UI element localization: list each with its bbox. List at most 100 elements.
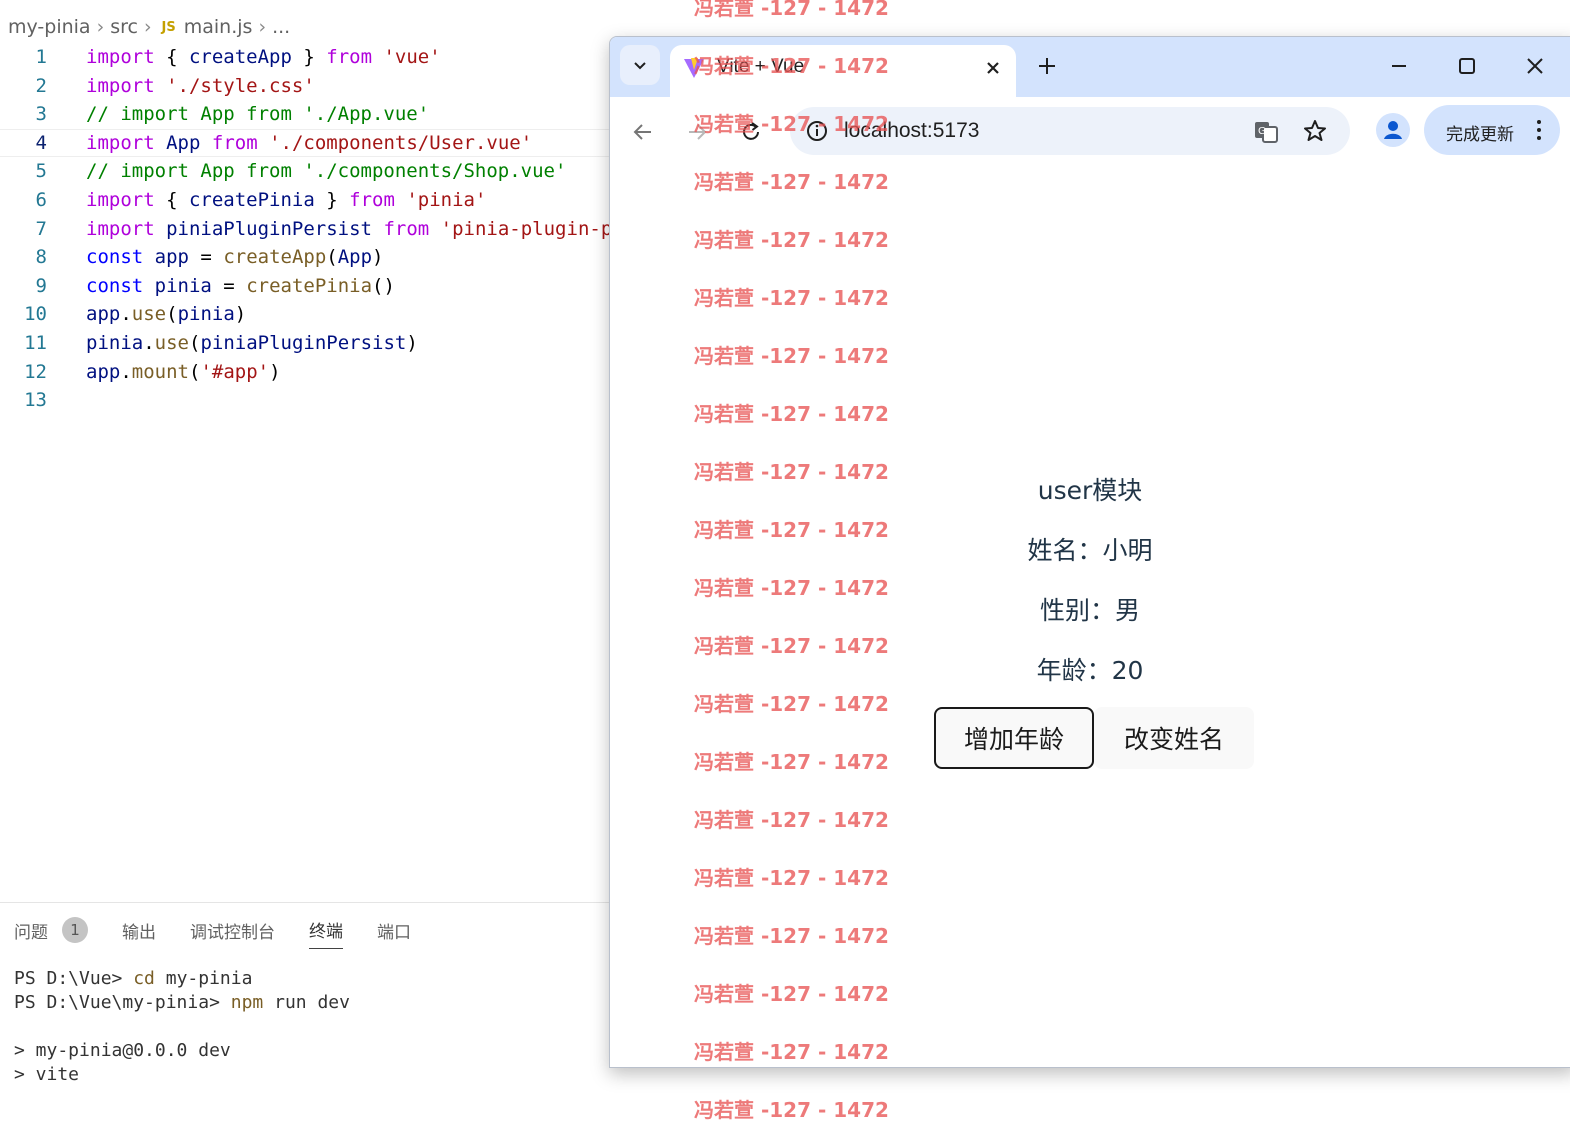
code-line[interactable]: 5 // import App from './components/Shop.v… xyxy=(0,157,610,186)
code-line[interactable]: 7 import piniaPluginPersist from 'pinia-p… xyxy=(0,215,610,244)
code-line[interactable]: 3 // import App from './App.vue' xyxy=(0,100,610,129)
module-title: user模块 xyxy=(1037,476,1143,505)
profile-avatar[interactable] xyxy=(1376,113,1410,147)
watermark-text: 冯若萱 -127 - 1472 xyxy=(694,0,889,20)
line-number: 8 xyxy=(35,246,47,269)
code-token: use xyxy=(154,331,189,354)
code-line[interactable]: 6 import { createPinia } from 'pinia' xyxy=(0,186,610,215)
terminal-text: > my-pinia@0.0.0 dev xyxy=(14,1040,231,1061)
code-token: pinia xyxy=(154,274,212,297)
code-token: 'vue' xyxy=(383,46,441,68)
code-text: import { createPinia } from 'pinia' xyxy=(86,186,486,215)
close-tab-icon[interactable] xyxy=(982,57,1004,79)
tab-ports-label: 端口 xyxy=(377,922,411,943)
browser-tab-active[interactable]: Vite + Vue xyxy=(670,45,1016,97)
code-line[interactable]: 8 const app = createApp(App) xyxy=(0,243,610,272)
bookmark-star-icon[interactable] xyxy=(1302,118,1328,144)
code-token: const xyxy=(86,274,144,297)
code-token: '#app' xyxy=(200,360,270,383)
code-token: App xyxy=(166,131,201,154)
line-number: 11 xyxy=(24,331,47,354)
code-token: pinia xyxy=(177,303,235,326)
code-line[interactable]: 4 import App from './components/User.vue' xyxy=(0,129,610,158)
info-icon[interactable] xyxy=(804,118,830,144)
terminal-output[interactable]: PS D:\Vue> cd my-pinia PS D:\Vue\my-pinia… xyxy=(14,967,350,1087)
maximize-icon[interactable] xyxy=(1456,55,1478,77)
tab-debug-console[interactable]: 调试控制台 xyxy=(190,918,275,949)
reload-icon[interactable] xyxy=(738,119,764,145)
code-token: from xyxy=(349,188,395,211)
user-gender-row: 性别：男 xyxy=(1039,596,1140,625)
address-bar[interactable]: localhost:5173 G xyxy=(790,107,1350,155)
svg-text:G: G xyxy=(1258,126,1266,137)
terminal-text: my-pinia xyxy=(154,968,253,989)
change-name-button[interactable]: 改变姓名 xyxy=(1094,707,1255,769)
code-text: app.use(pinia) xyxy=(86,300,246,329)
code-line[interactable]: 11 pinia.use(piniaPluginPersist) xyxy=(0,329,610,358)
new-tab-icon[interactable] xyxy=(1034,53,1060,79)
code-text: // import App from './App.vue' xyxy=(86,100,429,129)
tab-terminal[interactable]: 终端 xyxy=(309,917,343,949)
code-token: . xyxy=(143,331,155,354)
tab-ports[interactable]: 端口 xyxy=(377,918,411,949)
minimize-icon[interactable] xyxy=(1388,55,1410,77)
code-line[interactable]: 2 import './style.css' xyxy=(0,72,610,101)
tab-problems[interactable]: 问题 1 xyxy=(14,917,88,949)
close-window-icon[interactable] xyxy=(1524,55,1546,77)
code-token: createApp xyxy=(223,246,327,269)
terminal-text: run dev xyxy=(263,992,350,1013)
code-token: createApp xyxy=(188,46,292,68)
translate-icon[interactable]: G xyxy=(1252,118,1280,146)
code-text: app.mount('#app') xyxy=(86,358,281,387)
line-number: 1 xyxy=(35,46,47,68)
code-line[interactable]: 12 app.mount('#app') xyxy=(0,358,610,387)
update-button[interactable]: 完成更新 xyxy=(1424,105,1560,155)
breadcrumb-symbol[interactable]: ... xyxy=(272,16,290,38)
tab-problems-label: 问题 xyxy=(14,922,48,943)
code-line[interactable]: 13 xyxy=(0,386,610,415)
code-line[interactable]: 10 app.use(pinia) xyxy=(0,300,610,329)
code-token: from xyxy=(383,217,430,240)
javascript-file-icon: JS xyxy=(161,19,176,35)
chevron-right-icon: › xyxy=(96,16,105,38)
code-token: from xyxy=(211,131,258,154)
code-token: () xyxy=(372,274,395,297)
tab-title: Vite + Vue xyxy=(717,56,805,77)
increase-age-button[interactable]: 增加年龄 xyxy=(934,707,1095,769)
tab-terminal-label: 终端 xyxy=(309,922,343,942)
terminal-text: > vite xyxy=(14,1064,80,1085)
panel-tab-bar: 问题 1 输出 调试控制台 终端 端口 xyxy=(14,917,445,949)
code-token: createPinia xyxy=(246,274,373,297)
back-arrow-icon[interactable] xyxy=(630,119,656,145)
code-area[interactable]: 1 import { createApp } from 'vue' 2 import … xyxy=(0,43,610,415)
line-number: 13 xyxy=(24,389,47,412)
more-vertical-icon[interactable] xyxy=(1536,118,1542,142)
code-token: } xyxy=(291,46,327,68)
terminal-prompt: PS D:\Vue> xyxy=(14,968,134,989)
breadcrumb-file[interactable]: main.js xyxy=(184,16,253,38)
terminal-command: npm xyxy=(230,992,264,1013)
tab-search-button[interactable] xyxy=(620,45,660,85)
line-number: 9 xyxy=(35,274,47,297)
forward-arrow-icon[interactable] xyxy=(684,119,710,145)
tab-debug-console-label: 调试控制台 xyxy=(190,922,275,943)
code-token: ) xyxy=(406,331,418,354)
code-line[interactable]: 9 const pinia = createPinia() xyxy=(0,272,610,301)
code-token: from xyxy=(326,46,373,68)
code-token: app xyxy=(154,246,189,269)
url-text: localhost:5173 xyxy=(844,119,980,142)
breadcrumb-folder-src[interactable]: src xyxy=(110,16,138,38)
breadcrumb-folder-root[interactable]: my-pinia xyxy=(8,16,91,38)
code-token: import xyxy=(86,188,155,211)
chevron-down-icon xyxy=(634,62,646,70)
code-token: App xyxy=(337,246,373,269)
tab-output[interactable]: 输出 xyxy=(122,918,156,949)
line-number: 12 xyxy=(24,360,47,383)
code-line[interactable]: 1 import { createApp } from 'vue' xyxy=(0,43,610,72)
